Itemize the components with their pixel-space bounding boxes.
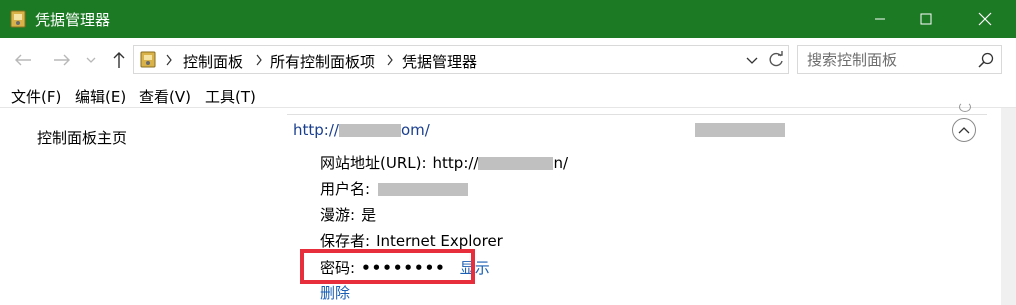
maximize-button[interactable]: [903, 0, 949, 38]
close-icon: [978, 12, 992, 26]
credential-panel: http://om/ 网站地址(URL): http://n/ 用户名: 漫游: 是…: [287, 102, 997, 305]
control-panel-home-link[interactable]: 控制面板主页: [37, 127, 127, 148]
chevron-down-icon[interactable]: [744, 52, 760, 68]
collapse-button[interactable]: [952, 118, 976, 142]
credential-manager-icon: [140, 51, 156, 68]
credential-manager-icon: [10, 10, 26, 28]
credential-title-prefix: http://: [293, 121, 339, 139]
collapse-chevron-up-icon: [959, 102, 971, 112]
roaming-row: 漫游: 是: [320, 204, 376, 225]
url-prefix: http://: [432, 154, 479, 172]
title-bar: 凭据管理器: [0, 0, 1016, 38]
recent-locations-button[interactable]: [84, 50, 98, 70]
back-arrow-icon: [15, 54, 31, 66]
chevron-right-icon[interactable]: [386, 54, 394, 66]
url-row: 网站地址(URL): http:// n/: [320, 152, 568, 173]
menu-file[interactable]: 文件(F): [11, 86, 61, 107]
menu-edit[interactable]: 编辑(E): [75, 86, 126, 107]
breadcrumb-all-items[interactable]: 所有控制面板项: [270, 51, 375, 72]
delete-credential-link[interactable]: 删除: [320, 282, 350, 303]
forward-button[interactable]: [51, 50, 73, 70]
saved-by-value: Internet Explorer: [376, 232, 503, 250]
recent-dropdown-icon: [86, 57, 96, 63]
saved-by-row: 保存者: Internet Explorer: [320, 230, 503, 251]
redacted-username: [378, 183, 469, 196]
redacted-username-summary: [695, 123, 785, 137]
chevron-right-icon: [166, 54, 172, 66]
close-button[interactable]: [962, 0, 1008, 38]
forward-arrow-icon: [54, 54, 70, 66]
vertical-scrollbar[interactable]: [1001, 108, 1016, 305]
minimize-icon: [875, 18, 885, 20]
roaming-label: 漫游:: [320, 206, 356, 224]
collapse-chevron-up-icon: [958, 127, 970, 134]
breadcrumb-control-panel[interactable]: 控制面板: [183, 51, 243, 72]
username-row: 用户名:: [320, 178, 469, 199]
search-input[interactable]: [798, 46, 978, 73]
redacted-block: [338, 124, 401, 137]
menu-bar: 文件(F) 编辑(E) 查看(V) 工具(T): [0, 82, 1016, 108]
divider: [287, 114, 987, 115]
roaming-value: 是: [361, 206, 377, 224]
redacted-block: [478, 157, 554, 170]
saved-by-label: 保存者:: [320, 232, 371, 250]
highlight-annotation: [300, 249, 475, 284]
address-bar[interactable]: 控制面板 所有控制面板项 凭据管理器: [133, 45, 789, 74]
back-button[interactable]: [12, 50, 34, 70]
credential-title-suffix: om/: [400, 121, 430, 139]
url-suffix: n/: [553, 154, 569, 172]
search-icon[interactable]: [978, 52, 994, 68]
search-box: [797, 45, 1002, 74]
up-arrow-icon: [113, 52, 125, 68]
credential-entry-title[interactable]: http:// om/: [293, 121, 430, 139]
window-title: 凭据管理器: [35, 11, 111, 29]
refresh-icon[interactable]: [766, 50, 786, 70]
maximize-icon: [920, 13, 932, 25]
username-label: 用户名:: [320, 180, 371, 198]
breadcrumb-credential-manager[interactable]: 凭据管理器: [402, 51, 477, 72]
menu-view[interactable]: 查看(V): [139, 86, 191, 107]
chevron-right-icon[interactable]: [255, 54, 263, 66]
up-button[interactable]: [108, 50, 130, 70]
menu-tools[interactable]: 工具(T): [205, 86, 256, 107]
url-label: 网站地址(URL):: [320, 154, 427, 172]
minimize-button[interactable]: [857, 0, 903, 38]
